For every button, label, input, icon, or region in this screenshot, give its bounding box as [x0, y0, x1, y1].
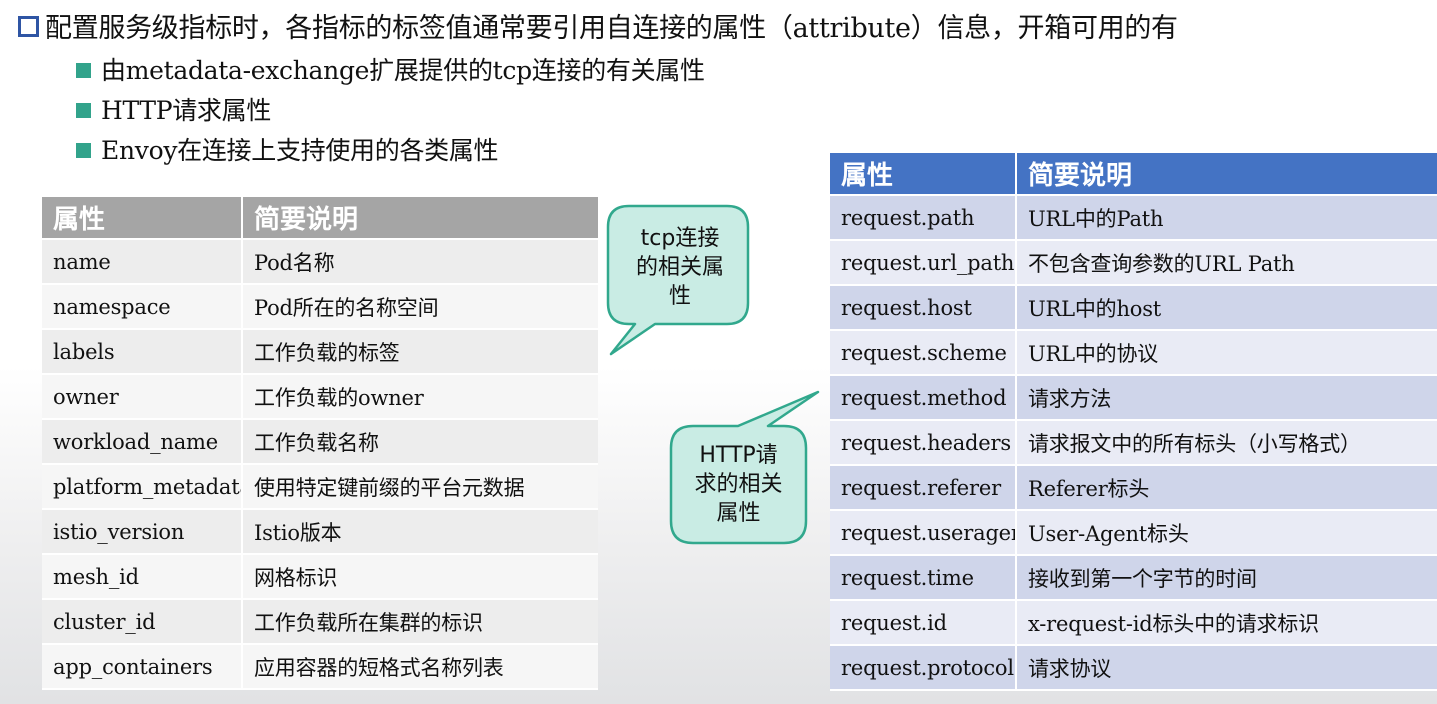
description-cell: Pod名称: [243, 240, 598, 285]
heading-box-icon: [18, 16, 39, 37]
attribute-cell: request.scheme: [830, 331, 1017, 376]
attribute-cell: request.url_path: [830, 241, 1017, 286]
description-cell: 应用容器的短格式名称列表: [243, 645, 598, 690]
description-cell: 使用特定键前缀的平台元数据: [243, 465, 598, 510]
callout-line: tcp连接: [640, 226, 720, 251]
description-cell: Istio版本: [243, 510, 598, 555]
attribute-cell: request.method: [830, 376, 1017, 421]
table-row: name Pod名称: [42, 240, 598, 285]
description-cell: 请求方法: [1017, 376, 1437, 421]
table-header-row: 属性 简要说明: [42, 197, 598, 240]
callout-line: 的相关属: [635, 255, 724, 280]
http-callout-text: HTTP请 求的相关 属性: [671, 441, 806, 528]
description-cell: Pod所在的名称空间: [243, 285, 598, 330]
description-cell: 请求协议: [1017, 646, 1437, 691]
table-row: request.referer Referer标头: [830, 466, 1437, 511]
table-row: labels 工作负载的标签: [42, 330, 598, 375]
attribute-cell: istio_version: [42, 510, 243, 555]
table-row: platform_metadata 使用特定键前缀的平台元数据: [42, 465, 598, 510]
table-row: request.method 请求方法: [830, 376, 1437, 421]
table-row: request.id x-request-id标头中的请求标识: [830, 601, 1437, 646]
table-row: workload_name 工作负载名称: [42, 420, 598, 465]
bullet-text: 由metadata-exchange扩展提供的tcp连接的有关属性: [101, 56, 705, 85]
heading-text: 配置服务级指标时，各指标的标签值通常要引用自连接的属性（attribute）信息…: [45, 13, 1178, 44]
callout-line: 性: [668, 284, 691, 309]
attribute-cell: cluster_id: [42, 600, 243, 645]
description-cell: 工作负载的owner: [243, 375, 598, 420]
callout-line: HTTP请: [699, 443, 778, 468]
attribute-cell: mesh_id: [42, 555, 243, 600]
page-heading: 配置服务级指标时，各指标的标签值通常要引用自连接的属性（attribute）信息…: [18, 10, 1178, 48]
table-row: request.path URL中的Path: [830, 196, 1437, 241]
table-row: request.scheme URL中的协议: [830, 331, 1437, 376]
table-row: namespace Pod所在的名称空间: [42, 285, 598, 330]
attribute-cell: request.useragent: [830, 511, 1017, 556]
description-cell: 工作负载所在集群的标识: [243, 600, 598, 645]
bullet-square-icon: [76, 103, 91, 118]
column-header-description: 简要说明: [1017, 153, 1437, 196]
attribute-cell: platform_metadata: [42, 465, 243, 510]
description-cell: 不包含查询参数的URL Path: [1017, 241, 1437, 286]
description-cell: 网格标识: [243, 555, 598, 600]
attribute-cell: request.host: [830, 286, 1017, 331]
callout-line: 属性: [716, 501, 761, 526]
column-header-description: 简要说明: [243, 197, 598, 240]
attribute-cell: request.path: [830, 196, 1017, 241]
attribute-cell: owner: [42, 375, 243, 420]
attribute-cell: request.protocol: [830, 646, 1017, 691]
attribute-cell: request.referer: [830, 466, 1017, 511]
description-cell: Referer标头: [1017, 466, 1437, 511]
table-row: mesh_id 网格标识: [42, 555, 598, 600]
bullet-item: Envoy在连接上支持使用的各类属性: [76, 131, 705, 171]
bullet-square-icon: [76, 143, 91, 158]
description-cell: URL中的host: [1017, 286, 1437, 331]
description-cell: x-request-id标头中的请求标识: [1017, 601, 1437, 646]
description-cell: User-Agent标头: [1017, 511, 1437, 556]
tcp-callout-text: tcp连接 的相关属 性: [612, 224, 748, 311]
table-row: request.host URL中的host: [830, 286, 1437, 331]
tcp-attributes-table: 属性 简要说明 name Pod名称 namespace Pod所在的名称空间 …: [42, 197, 598, 690]
attribute-cell: labels: [42, 330, 243, 375]
attribute-cell: name: [42, 240, 243, 285]
description-cell: 请求报文中的所有标头（小写格式）: [1017, 421, 1437, 466]
bullet-item: HTTP请求属性: [76, 91, 705, 131]
bullet-text: HTTP请求属性: [101, 96, 272, 125]
bullet-item: 由metadata-exchange扩展提供的tcp连接的有关属性: [76, 51, 705, 91]
table-row: request.url_path 不包含查询参数的URL Path: [830, 241, 1437, 286]
bullet-list: 由metadata-exchange扩展提供的tcp连接的有关属性 HTTP请求…: [76, 51, 705, 171]
http-attributes-table: 属性 简要说明 request.path URL中的Path request.u…: [830, 153, 1437, 691]
table-row: istio_version Istio版本: [42, 510, 598, 555]
attribute-cell: workload_name: [42, 420, 243, 465]
column-header-attribute: 属性: [42, 197, 243, 240]
table-row: app_containers 应用容器的短格式名称列表: [42, 645, 598, 690]
table-row: cluster_id 工作负载所在集群的标识: [42, 600, 598, 645]
description-cell: URL中的Path: [1017, 196, 1437, 241]
callout-line: 求的相关: [694, 472, 783, 497]
bullet-square-icon: [76, 63, 91, 78]
table-header-row: 属性 简要说明: [830, 153, 1437, 196]
bullet-text: Envoy在连接上支持使用的各类属性: [101, 136, 499, 165]
table-row: request.time 接收到第一个字节的时间: [830, 556, 1437, 601]
description-cell: URL中的协议: [1017, 331, 1437, 376]
table-row: request.useragent User-Agent标头: [830, 511, 1437, 556]
description-cell: 接收到第一个字节的时间: [1017, 556, 1437, 601]
column-header-attribute: 属性: [830, 153, 1017, 196]
description-cell: 工作负载的标签: [243, 330, 598, 375]
table-row: request.headers 请求报文中的所有标头（小写格式）: [830, 421, 1437, 466]
attribute-cell: request.headers: [830, 421, 1017, 466]
table-row: request.protocol 请求协议: [830, 646, 1437, 691]
attribute-cell: request.id: [830, 601, 1017, 646]
description-cell: 工作负载名称: [243, 420, 598, 465]
attribute-cell: request.time: [830, 556, 1017, 601]
attribute-cell: namespace: [42, 285, 243, 330]
table-row: owner 工作负载的owner: [42, 375, 598, 420]
attribute-cell: app_containers: [42, 645, 243, 690]
